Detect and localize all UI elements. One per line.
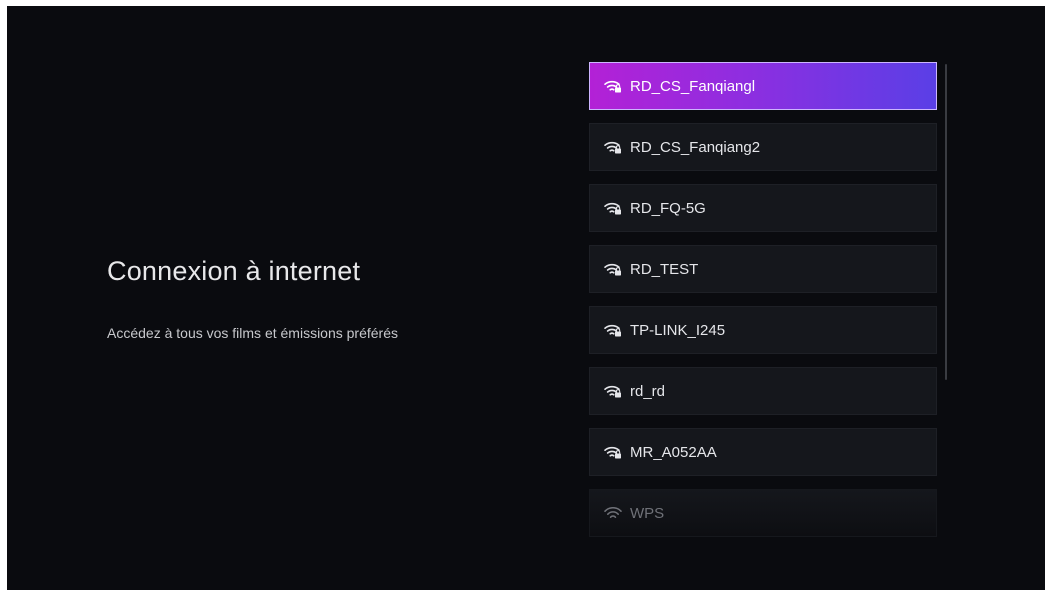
wifi-icon	[604, 507, 622, 518]
page-title: Connexion à internet	[107, 256, 361, 286]
wifi-network-item[interactable]: MR_A052AA	[589, 428, 937, 476]
wifi-network-name: RD_FQ-5G	[630, 199, 706, 217]
wifi-network-name: RD_CS_Fanqiang2	[630, 138, 761, 156]
wifi-network-item[interactable]: WPS	[589, 489, 937, 537]
wifi-network-item[interactable]: RD_FQ-5G	[589, 184, 937, 232]
page-subtitle: Accédez à tous vos films et émissions pr…	[107, 325, 399, 341]
wifi-network-item[interactable]: RD_TEST	[589, 245, 937, 293]
wifi-lock-icon	[604, 446, 621, 459]
wifi-network-item[interactable]: rd_rd	[589, 367, 937, 415]
wifi-network-name: rd_rd	[630, 382, 666, 400]
wifi-network-name: RD_TEST	[630, 260, 699, 278]
screen: Connexion à internet Accédez à tous vos …	[7, 6, 1045, 590]
wifi-network-item[interactable]: TP-LINK_I245	[589, 306, 937, 354]
wifi-network-name: MR_A052AA	[630, 443, 717, 461]
wifi-lock-icon	[604, 202, 621, 215]
wifi-lock-icon	[604, 324, 621, 337]
wifi-network-name: WPS	[630, 504, 665, 522]
wifi-network-name: TP-LINK_I245	[630, 321, 726, 339]
wifi-lock-icon	[604, 263, 621, 276]
wifi-lock-icon	[604, 80, 621, 93]
wifi-lock-icon	[604, 385, 621, 398]
list-scrollbar[interactable]	[945, 64, 947, 380]
wifi-network-name: RD_CS_Fanqiangl	[630, 77, 756, 95]
wifi-network-item[interactable]: RD_CS_Fanqiangl	[589, 62, 937, 110]
wifi-lock-icon	[604, 141, 621, 154]
wifi-network-item[interactable]: RD_CS_Fanqiang2	[589, 123, 937, 171]
